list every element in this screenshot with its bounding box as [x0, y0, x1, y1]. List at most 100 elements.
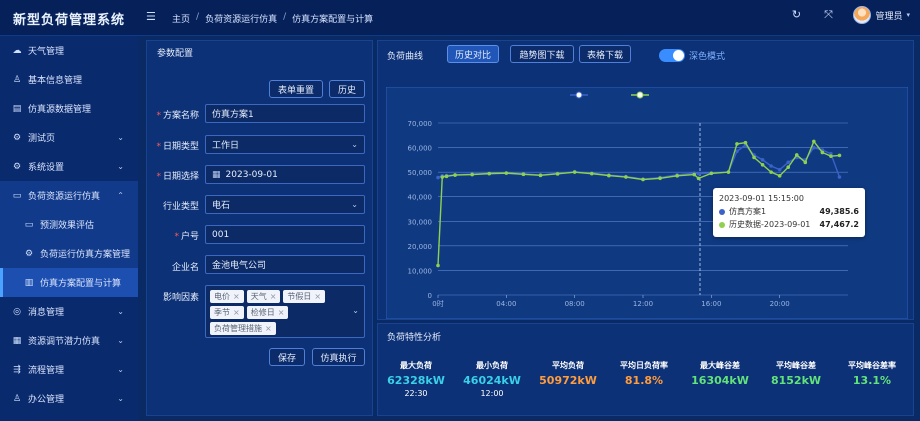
series-1-point: [436, 175, 440, 180]
y-tick-label: 40,000: [408, 194, 433, 202]
database-icon: ▤: [12, 103, 22, 114]
series-2-point: [675, 174, 679, 178]
load-stats-panel: 负荷特性分析 最大负荷 62328kW 22:30 最小负荷 46024kW 1…: [377, 323, 914, 416]
series-2-point: [803, 160, 808, 165]
breadcrumb-section[interactable]: 负荷资源运行仿真: [205, 12, 277, 25]
close-icon[interactable]: ×: [314, 292, 321, 301]
sidebar-item-messages[interactable]: ◎ 消息管理 ⌄: [0, 297, 138, 326]
chart-tooltip: 2023-09-01 15:15:00 仿真方案1 49,385.6 历史数据-…: [713, 188, 865, 237]
sidebar-item-scheme-manage[interactable]: ⚙ 负荷运行仿真方案管理: [0, 239, 138, 268]
tooltip-row-series-2: 历史数据-2023-09-01 47,467.2: [719, 218, 859, 231]
sidebar-item-label: 消息管理: [28, 308, 65, 318]
breadcrumb-home[interactable]: 主页: [172, 12, 190, 25]
chevron-down-icon: ⌄: [117, 394, 124, 403]
sidebar-item-office[interactable]: ♙ 办公管理 ⌄: [0, 384, 138, 413]
panel-title: 参数配置: [157, 49, 194, 59]
sidebar-item-label: 预测效果评估: [40, 221, 95, 231]
sidebar-item-potential[interactable]: ▦ 资源调节潜力仿真 ⌄: [0, 326, 138, 355]
stat-value: 16304kW: [691, 374, 749, 387]
sidebar-item-basic-info[interactable]: ♙ 基本信息管理: [0, 65, 138, 94]
gear-icon: ⚙: [12, 161, 22, 172]
close-icon[interactable]: ×: [265, 324, 272, 333]
refresh-icon[interactable]: ↻: [789, 8, 803, 22]
close-icon[interactable]: ×: [233, 292, 240, 301]
factors-multiselect[interactable]: 电价 × 天气 × 节假日 × 季节 × 检修日 × 负荷管理措施 × ⌄: [205, 285, 365, 338]
sidebar-item-scheme-config[interactable]: ▥ 仿真方案配置与计算: [0, 268, 138, 297]
date-type-select[interactable]: 工作日 ⌄: [205, 135, 365, 154]
sidebar-item-test[interactable]: ⚙ 测试页 ⌄: [0, 123, 138, 152]
series-2-point: [829, 154, 833, 158]
toggle-knob: [673, 50, 684, 61]
sidebar-item-weather[interactable]: ☁ 天气管理: [0, 36, 138, 65]
sidebar-item-workflow[interactable]: ⇶ 流程管理 ⌄: [0, 355, 138, 384]
series-2-point: [440, 175, 445, 179]
stat-avg-peak-valley: 平均峰谷差 8152kW: [761, 360, 831, 387]
dark-mode-toggle[interactable]: [659, 49, 685, 62]
user-name: 管理员: [875, 11, 903, 22]
sidebar-item-label: 资源调节潜力仿真: [28, 337, 101, 347]
sidebar-item-source-data[interactable]: ▤ 仿真源数据管理: [0, 94, 138, 123]
x-tick-label: 12:00: [633, 300, 653, 308]
user-menu[interactable]: 管理员 ▾: [853, 6, 910, 24]
series-2-point: [769, 170, 773, 174]
sidebar-item-label: 负荷资源运行仿真: [28, 192, 101, 202]
series-2-point: [504, 171, 509, 175]
user-icon: ♙: [12, 393, 22, 404]
legend-dot-series-1: [575, 91, 583, 99]
trend-download-button[interactable]: 趋势图下载: [510, 45, 574, 63]
stat-label: 平均峰谷差率: [848, 361, 896, 370]
flow-icon: ⇶: [13, 364, 21, 375]
sidebar-item-simulation[interactable]: ▭ 负荷资源运行仿真 ⌃: [0, 181, 138, 210]
load-curve-panel: 负荷曲线 历史对比 趋势图下载 表格下载 深色模式 0 10,000 20,000 3…: [377, 40, 914, 320]
tooltip-series-name: 仿真方案1: [729, 207, 767, 216]
table-download-button[interactable]: 表格下载: [579, 45, 631, 63]
history-button[interactable]: 历史: [329, 80, 365, 98]
sidebar-item-label: 办公管理: [28, 395, 65, 405]
close-icon[interactable]: ×: [233, 308, 240, 317]
stat-label: 最小负荷: [476, 361, 508, 370]
reset-form-button[interactable]: 表单重置: [269, 80, 323, 98]
x-tick-label: 20:00: [770, 300, 790, 308]
series-2-point: [589, 171, 594, 176]
tooltip-series-value: 49,385.6: [819, 207, 859, 216]
y-tick-label: 50,000: [408, 169, 433, 177]
series-2-point: [572, 170, 577, 174]
tooltip-row-series-1: 仿真方案1 49,385.6: [719, 205, 859, 218]
fullscreen-icon[interactable]: ⤧: [821, 8, 835, 22]
bars-icon: ▥: [24, 277, 34, 288]
series-2-point: [487, 171, 492, 176]
sidebar-item-forecast-eval[interactable]: ▭ 预测效果评估: [0, 210, 138, 239]
run-simulation-button[interactable]: 仿真执行: [312, 348, 365, 366]
series-2-point: [837, 153, 842, 158]
close-icon[interactable]: ×: [278, 308, 285, 317]
series-2-point: [444, 174, 449, 179]
stat-max-peak-valley: 最大峰谷差 16304kW: [685, 360, 755, 387]
y-tick-label: 30,000: [408, 218, 433, 226]
breadcrumb-separator: /: [283, 12, 287, 22]
menu-toggle-icon[interactable]: ☰: [146, 11, 158, 23]
date-picker[interactable]: ▦ 2023-09-01: [205, 165, 365, 184]
series-2-point: [760, 162, 765, 167]
factor-tag: 节假日 ×: [283, 290, 326, 303]
chevron-down-icon: ⌄: [351, 140, 358, 149]
sidebar-item-settings[interactable]: ⚙ 系统设置 ⌄: [0, 152, 138, 181]
series-2-point: [735, 142, 739, 146]
industry-select[interactable]: 电石 ⌄: [205, 195, 365, 214]
x-tick-label: 04:00: [496, 300, 516, 308]
stat-avg-peak-valley-rate: 平均峰谷差率 13.1%: [837, 360, 907, 387]
gear-icon: ⚙: [24, 248, 34, 259]
account-input[interactable]: 001: [205, 225, 365, 244]
series-2-dot: [719, 221, 725, 228]
company-input[interactable]: 金池电气公司: [205, 255, 365, 274]
save-button[interactable]: 保存: [269, 348, 305, 366]
chevron-down-icon: ⌄: [351, 200, 358, 209]
history-compare-button[interactable]: 历史对比: [447, 45, 499, 63]
close-icon[interactable]: ×: [270, 292, 277, 301]
industry-label: 行业类型: [162, 202, 199, 212]
sidebar-item-label: 天气管理: [28, 47, 65, 57]
scheme-name-input[interactable]: 仿真方案1: [205, 104, 365, 123]
chevron-up-icon: ⌃: [117, 191, 124, 200]
scheme-name-label: * 方案名称: [156, 111, 199, 121]
series-2-point: [453, 173, 457, 177]
series-2-point: [794, 153, 799, 157]
